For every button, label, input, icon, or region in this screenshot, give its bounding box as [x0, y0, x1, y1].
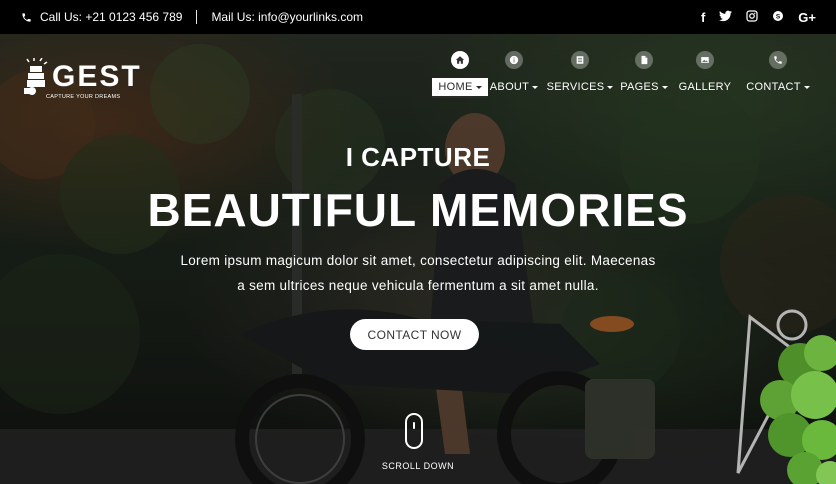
nav-item-home[interactable]: HOME: [430, 48, 490, 102]
contact-now-button[interactable]: CONTACT NOW: [350, 319, 479, 350]
social-links: f S G+: [701, 10, 816, 24]
google-plus-icon[interactable]: G+: [798, 11, 816, 24]
list-icon: [571, 51, 589, 69]
nav-item-services[interactable]: SERVICES: [544, 48, 616, 102]
phone-icon: [769, 51, 787, 69]
hero-subtitle: I CAPTURE: [345, 142, 491, 172]
scroll-down-label[interactable]: SCROLL DOWN: [0, 461, 836, 471]
image-icon: [696, 51, 714, 69]
nav-item-pages[interactable]: PAGES: [616, 48, 672, 102]
hero-title: BEAUTIFUL MEMORIES: [147, 184, 689, 236]
hero-description-line-1: Lorem ipsum magicum dolor sit amet, cons…: [180, 253, 656, 268]
call-us-text: Call Us: +21 0123 456 789: [40, 10, 183, 24]
contact-info: Call Us: +21 0123 456 789 Mail Us: info@…: [20, 10, 363, 24]
nav-label-gallery: GALLERY: [678, 81, 732, 93]
main-nav: HOME ABOUT SERVICES PAGES GALLERY CONTAC…: [430, 48, 812, 102]
hero-description-line-2: a sem ultrices neque vehicula fermentum …: [237, 278, 599, 293]
nav-label-pages: PAGES: [614, 78, 674, 96]
top-bar: Call Us: +21 0123 456 789 Mail Us: info@…: [0, 0, 836, 34]
site-logo[interactable]: GEST CAPTURE YOUR DREAMS: [22, 50, 140, 102]
nav-item-gallery[interactable]: GALLERY: [674, 48, 736, 102]
caret-down-icon: [532, 85, 539, 89]
camera-logo-icon: [24, 58, 48, 95]
nav-label-contact: CONTACT: [740, 78, 815, 96]
instagram-icon[interactable]: [746, 10, 758, 24]
caret-down-icon: [607, 85, 614, 89]
nav-label-home: HOME: [432, 78, 488, 98]
logo-wordmark: GEST: [52, 60, 142, 93]
twitter-icon[interactable]: [719, 10, 733, 24]
scroll-mouse-icon[interactable]: [405, 413, 423, 449]
caret-down-icon: [475, 85, 482, 89]
decorative-plant-corner: [736, 309, 836, 484]
home-icon: [451, 51, 469, 69]
caret-down-icon: [661, 85, 668, 89]
hero-description: Lorem ipsum magicum dolor sit amet, cons…: [150, 248, 686, 298]
caret-down-icon: [803, 85, 810, 89]
skype-icon[interactable]: S: [772, 10, 784, 24]
info-icon: [505, 51, 523, 69]
nav-label-about: ABOUT: [484, 78, 544, 96]
document-icon: [635, 51, 653, 69]
logo-tagline: CAPTURE YOUR DREAMS: [46, 94, 121, 100]
svg-text:S: S: [776, 13, 781, 20]
divider: [196, 10, 198, 24]
phone-icon: [20, 11, 32, 23]
facebook-icon[interactable]: f: [701, 11, 705, 24]
nav-label-services: SERVICES: [541, 78, 620, 96]
mail-us-text: Mail Us: info@yourlinks.com: [211, 10, 363, 24]
nav-item-about[interactable]: ABOUT: [490, 48, 539, 102]
nav-item-contact[interactable]: CONTACT: [744, 48, 812, 102]
